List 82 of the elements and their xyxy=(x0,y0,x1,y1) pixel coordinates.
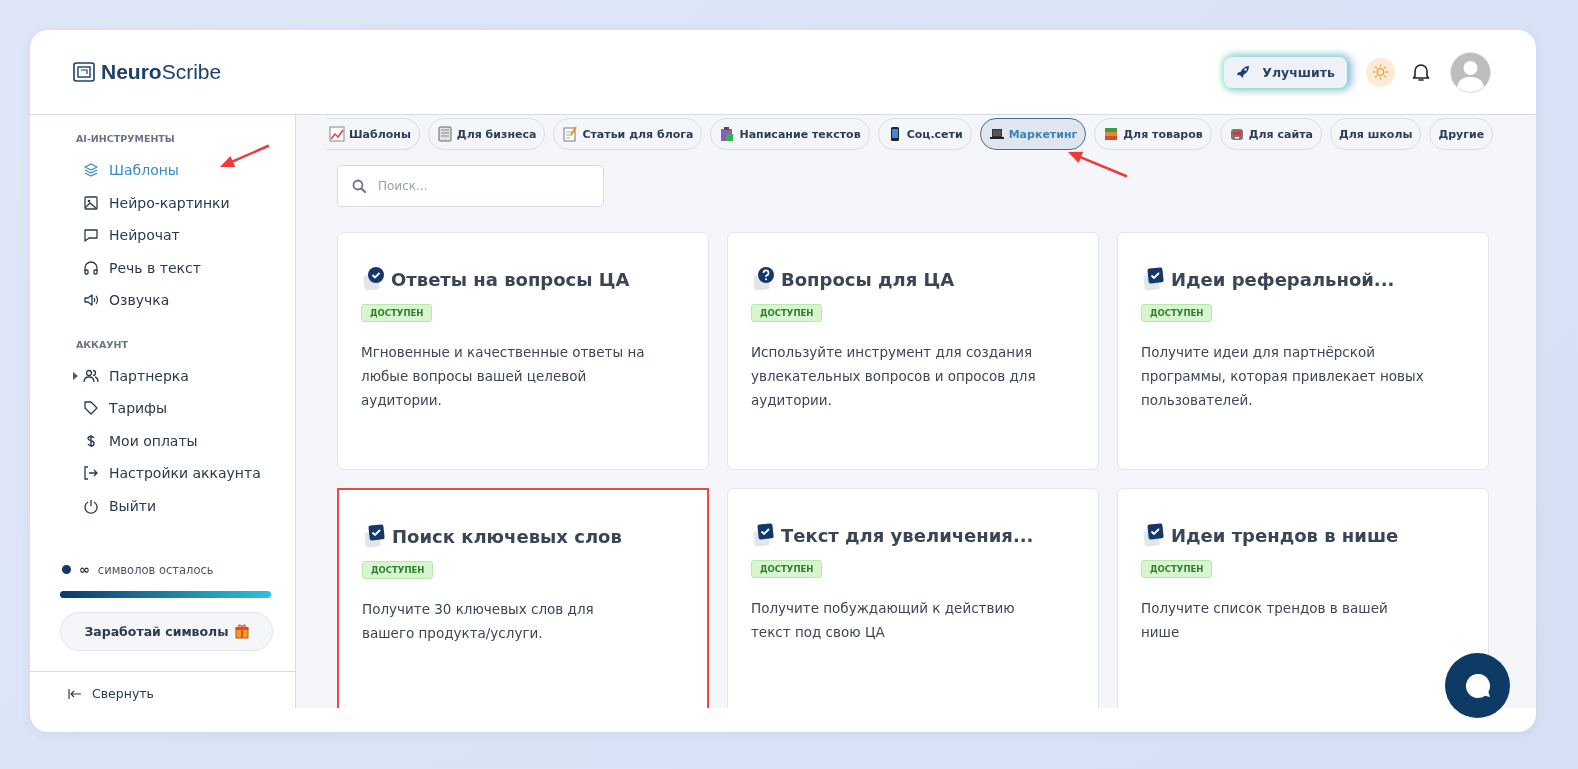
card-title: Поиск ключевых слов xyxy=(392,525,622,547)
collapse-arrow-icon xyxy=(68,688,82,699)
collapse-link[interactable]: Свернуть xyxy=(30,686,295,701)
status-badge: ДОСТУПЕН xyxy=(1141,304,1213,322)
template-card[interactable]: Поиск ключевых слов ДОСТУПЕН Получите 30 ключевых слов для вашего продукта/услуги. xyxy=(337,488,709,708)
sidebar-item[interactable]: Партнерка xyxy=(30,367,189,384)
laptop-icon xyxy=(988,126,1005,142)
question-circle-icon xyxy=(751,266,777,292)
section-heading: AI-ИНСТРУМЕНТЫ xyxy=(75,133,176,144)
checkbox-icon xyxy=(751,522,777,548)
exit-arrow-icon xyxy=(83,465,99,482)
category-tab[interactable]: Написание текстов xyxy=(710,118,870,150)
sidebar-item[interactable]: Нейро-картинки xyxy=(30,194,230,211)
card-description: Получите побуждающий к действию текст под свою ЦА xyxy=(751,599,1016,642)
logo-text: NeuroScribe xyxy=(101,60,222,84)
template-card[interactable]: Идеи трендов в нише ДОСТУПЕН Получите список трендов в вашей нише xyxy=(1117,488,1489,708)
card-description: Мгновенные и качественные ответы на любые вопросы вашей целевой аудитории. xyxy=(361,343,646,410)
sidebar-item[interactable]: Настройки аккаунта xyxy=(30,465,261,482)
sun-icon xyxy=(1372,63,1389,81)
status-badge: ДОСТУПЕН xyxy=(751,560,823,578)
sidebar-item[interactable]: Мои оплаты xyxy=(30,432,198,449)
expand-caret-icon[interactable] xyxy=(73,371,78,380)
check-circle-icon xyxy=(361,266,387,292)
image-icon xyxy=(83,194,99,211)
logo-icon xyxy=(73,62,95,82)
card-title: Идеи трендов в нише xyxy=(1171,524,1399,546)
infinity-symbol: ∞ xyxy=(79,562,90,577)
upgrade-button[interactable]: Улучшить xyxy=(1224,56,1347,88)
tag-icon xyxy=(83,400,99,417)
card-title: Вопросы для ЦА xyxy=(781,268,955,290)
memo-icon xyxy=(562,126,579,142)
card-title: Ответы на вопросы ЦА xyxy=(391,268,630,290)
category-tab[interactable]: Для товаров xyxy=(1094,118,1212,150)
sidebar-item[interactable]: Выйти xyxy=(30,497,156,514)
template-card[interactable]: Вопросы для ЦА ДОСТУПЕН Используйте инструмент для создания увлекательных вопросов и опросов для аудитории. xyxy=(727,232,1099,470)
theme-toggle-button[interactable] xyxy=(1366,57,1395,87)
headphones-icon xyxy=(83,259,99,276)
newspaper-icon xyxy=(436,126,453,142)
chart-icon xyxy=(329,126,345,142)
books-icon xyxy=(1103,126,1120,142)
power-icon xyxy=(83,497,99,514)
card-description: Получите идеи для партнёрской программы, которая привлекает новых пользователей. xyxy=(1141,343,1425,410)
card-title: Текст для увеличения... xyxy=(781,524,1034,546)
sidebar-item[interactable]: Озвучка xyxy=(30,292,170,309)
bell-icon[interactable] xyxy=(1412,62,1430,82)
credits-label: символов осталось xyxy=(97,562,214,577)
category-tab[interactable]: Для школы xyxy=(1329,118,1422,150)
card-description: Получите 30 ключевых слов для вашего продукта/услуги. xyxy=(362,600,595,643)
users-icon xyxy=(83,367,99,384)
card-description: Получите список трендов в вашей нише xyxy=(1141,599,1389,642)
template-card[interactable]: Текст для увеличения... ДОСТУПЕН Получите побуждающий к действию текст под свою ЦА xyxy=(727,488,1099,708)
earn-credits-button[interactable]: Заработай символы xyxy=(60,612,273,651)
status-dot xyxy=(62,565,71,574)
category-tab[interactable]: Для бизнеса xyxy=(427,118,546,150)
template-card[interactable]: Идеи реферальной... ДОСТУПЕН Получите идеи для партнёрской программы, которая привлекает новых пользователей. xyxy=(1117,232,1489,470)
search-field[interactable]: Поиск... xyxy=(337,165,604,207)
checkbox-icon xyxy=(1141,522,1167,548)
clipboard-icon xyxy=(719,126,736,142)
sidebar-item[interactable]: Речь в текст xyxy=(30,259,201,276)
checkbox-icon xyxy=(362,523,388,549)
card-title: Идеи реферальной... xyxy=(1171,268,1395,290)
gift-icon xyxy=(234,624,249,639)
card-description: Используйте инструмент для создания увлекательных вопросов и опросов для аудитории. xyxy=(751,343,1037,410)
sidebar-item[interactable]: Тарифы xyxy=(30,400,168,417)
category-tab[interactable]: Другие xyxy=(1429,118,1494,150)
category-tab[interactable]: Для сайта xyxy=(1219,118,1322,150)
sidebar-item[interactable]: Нейрочат xyxy=(30,227,180,244)
status-badge: ДОСТУПЕН xyxy=(751,304,823,322)
status-badge: ДОСТУПЕН xyxy=(362,561,434,579)
status-badge: ДОСТУПЕН xyxy=(1141,560,1213,578)
layers-icon xyxy=(83,162,99,179)
template-card[interactable]: Ответы на вопросы ЦА ДОСТУПЕН Мгновенные и качественные ответы на любые вопросы вашей целевой аудитории. xyxy=(337,232,709,470)
section-heading: АККАУНТ xyxy=(75,338,129,350)
category-tab[interactable]: Статьи для блога xyxy=(553,118,703,150)
checkbox-icon xyxy=(1141,266,1167,292)
sidebar-item[interactable]: Шаблоны xyxy=(30,162,179,179)
status-badge: ДОСТУПЕН xyxy=(361,304,433,322)
category-tab[interactable]: Соц.сети xyxy=(877,118,972,150)
robot-icon xyxy=(1228,126,1245,142)
category-tab[interactable]: Шаблоны xyxy=(327,118,420,150)
rocket-icon xyxy=(1236,65,1251,79)
chat-bubble-icon xyxy=(83,227,99,244)
